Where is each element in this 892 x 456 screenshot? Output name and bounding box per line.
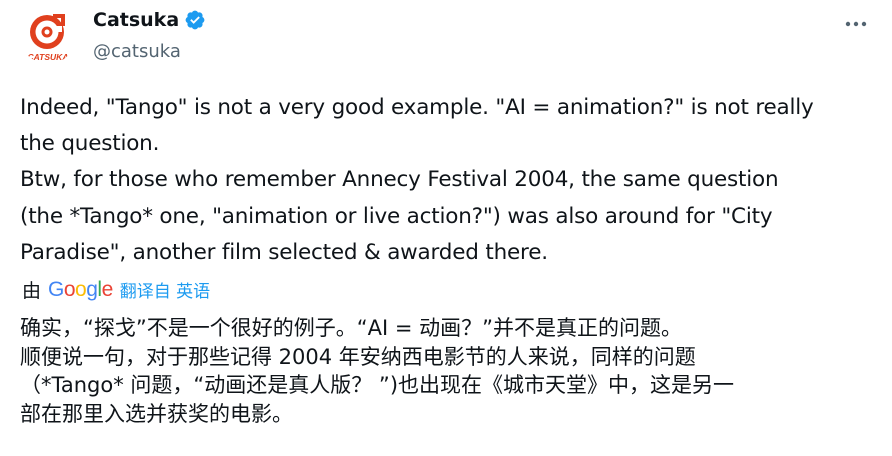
tweet-text: Indeed, "Tango" is not a very good examp… — [20, 90, 880, 271]
translated-text-line: 顺便说一句，对于那些记得 2004 年安纳西电影节的人来说，同样的问题 — [20, 344, 696, 369]
avatar-logo-text: CATSUKA — [28, 52, 69, 62]
translated-from-link[interactable]: 翻译自 英语 — [120, 277, 210, 302]
tweet: CATSUKA Catsuka @catsuka Indeed, "Tango"… — [0, 0, 892, 456]
more-horizontal-icon — [845, 21, 867, 27]
google-logo-letter: g — [86, 277, 98, 301]
tweet-text-line: Paradise", another film selected & award… — [20, 239, 548, 265]
by-label: 由 — [22, 280, 42, 302]
translation-attribution: 由 Google 翻译自 英语 — [22, 276, 210, 303]
handle[interactable]: @catsuka — [93, 41, 181, 62]
author-name-row[interactable]: Catsuka — [93, 9, 206, 31]
display-name[interactable]: Catsuka — [93, 9, 179, 31]
tweet-text-line: Btw, for those who remember Annecy Festi… — [20, 167, 779, 193]
catsuka-logo-icon: CATSUKA — [28, 14, 69, 62]
tweet-text-line: (the *Tango* one, "animation or live act… — [20, 203, 773, 229]
translated-text-line: 确实，“探戈”不是一个很好的例子。“AI = 动画？”并不是真正的问题。 — [20, 316, 683, 340]
tweet-text-line: the question. — [20, 131, 160, 157]
google-logo-letter: o — [63, 277, 76, 301]
translated-text-line: 部在那里入选并获奖的电影。 — [20, 401, 293, 426]
google-logo-letter: o — [75, 277, 87, 301]
translated-text: 确实，“探戈”不是一个很好的例子。“AI = 动画？”并不是真正的问题。 顺便说… — [20, 314, 880, 428]
verified-badge-icon — [184, 9, 206, 31]
avatar[interactable]: CATSUKA — [20, 8, 76, 64]
more-options-button[interactable] — [842, 10, 870, 38]
translated-text-line: （*Tango* 问题，“动画还是真人版？ ”)也出现在《城市天堂》中，这是另一 — [20, 373, 735, 397]
google-logo-letter: e — [101, 277, 114, 301]
google-logo-letter: G — [48, 277, 64, 301]
google-logo: Google — [48, 278, 113, 302]
tweet-text-line: Indeed, "Tango" is not a very good examp… — [20, 95, 814, 120]
